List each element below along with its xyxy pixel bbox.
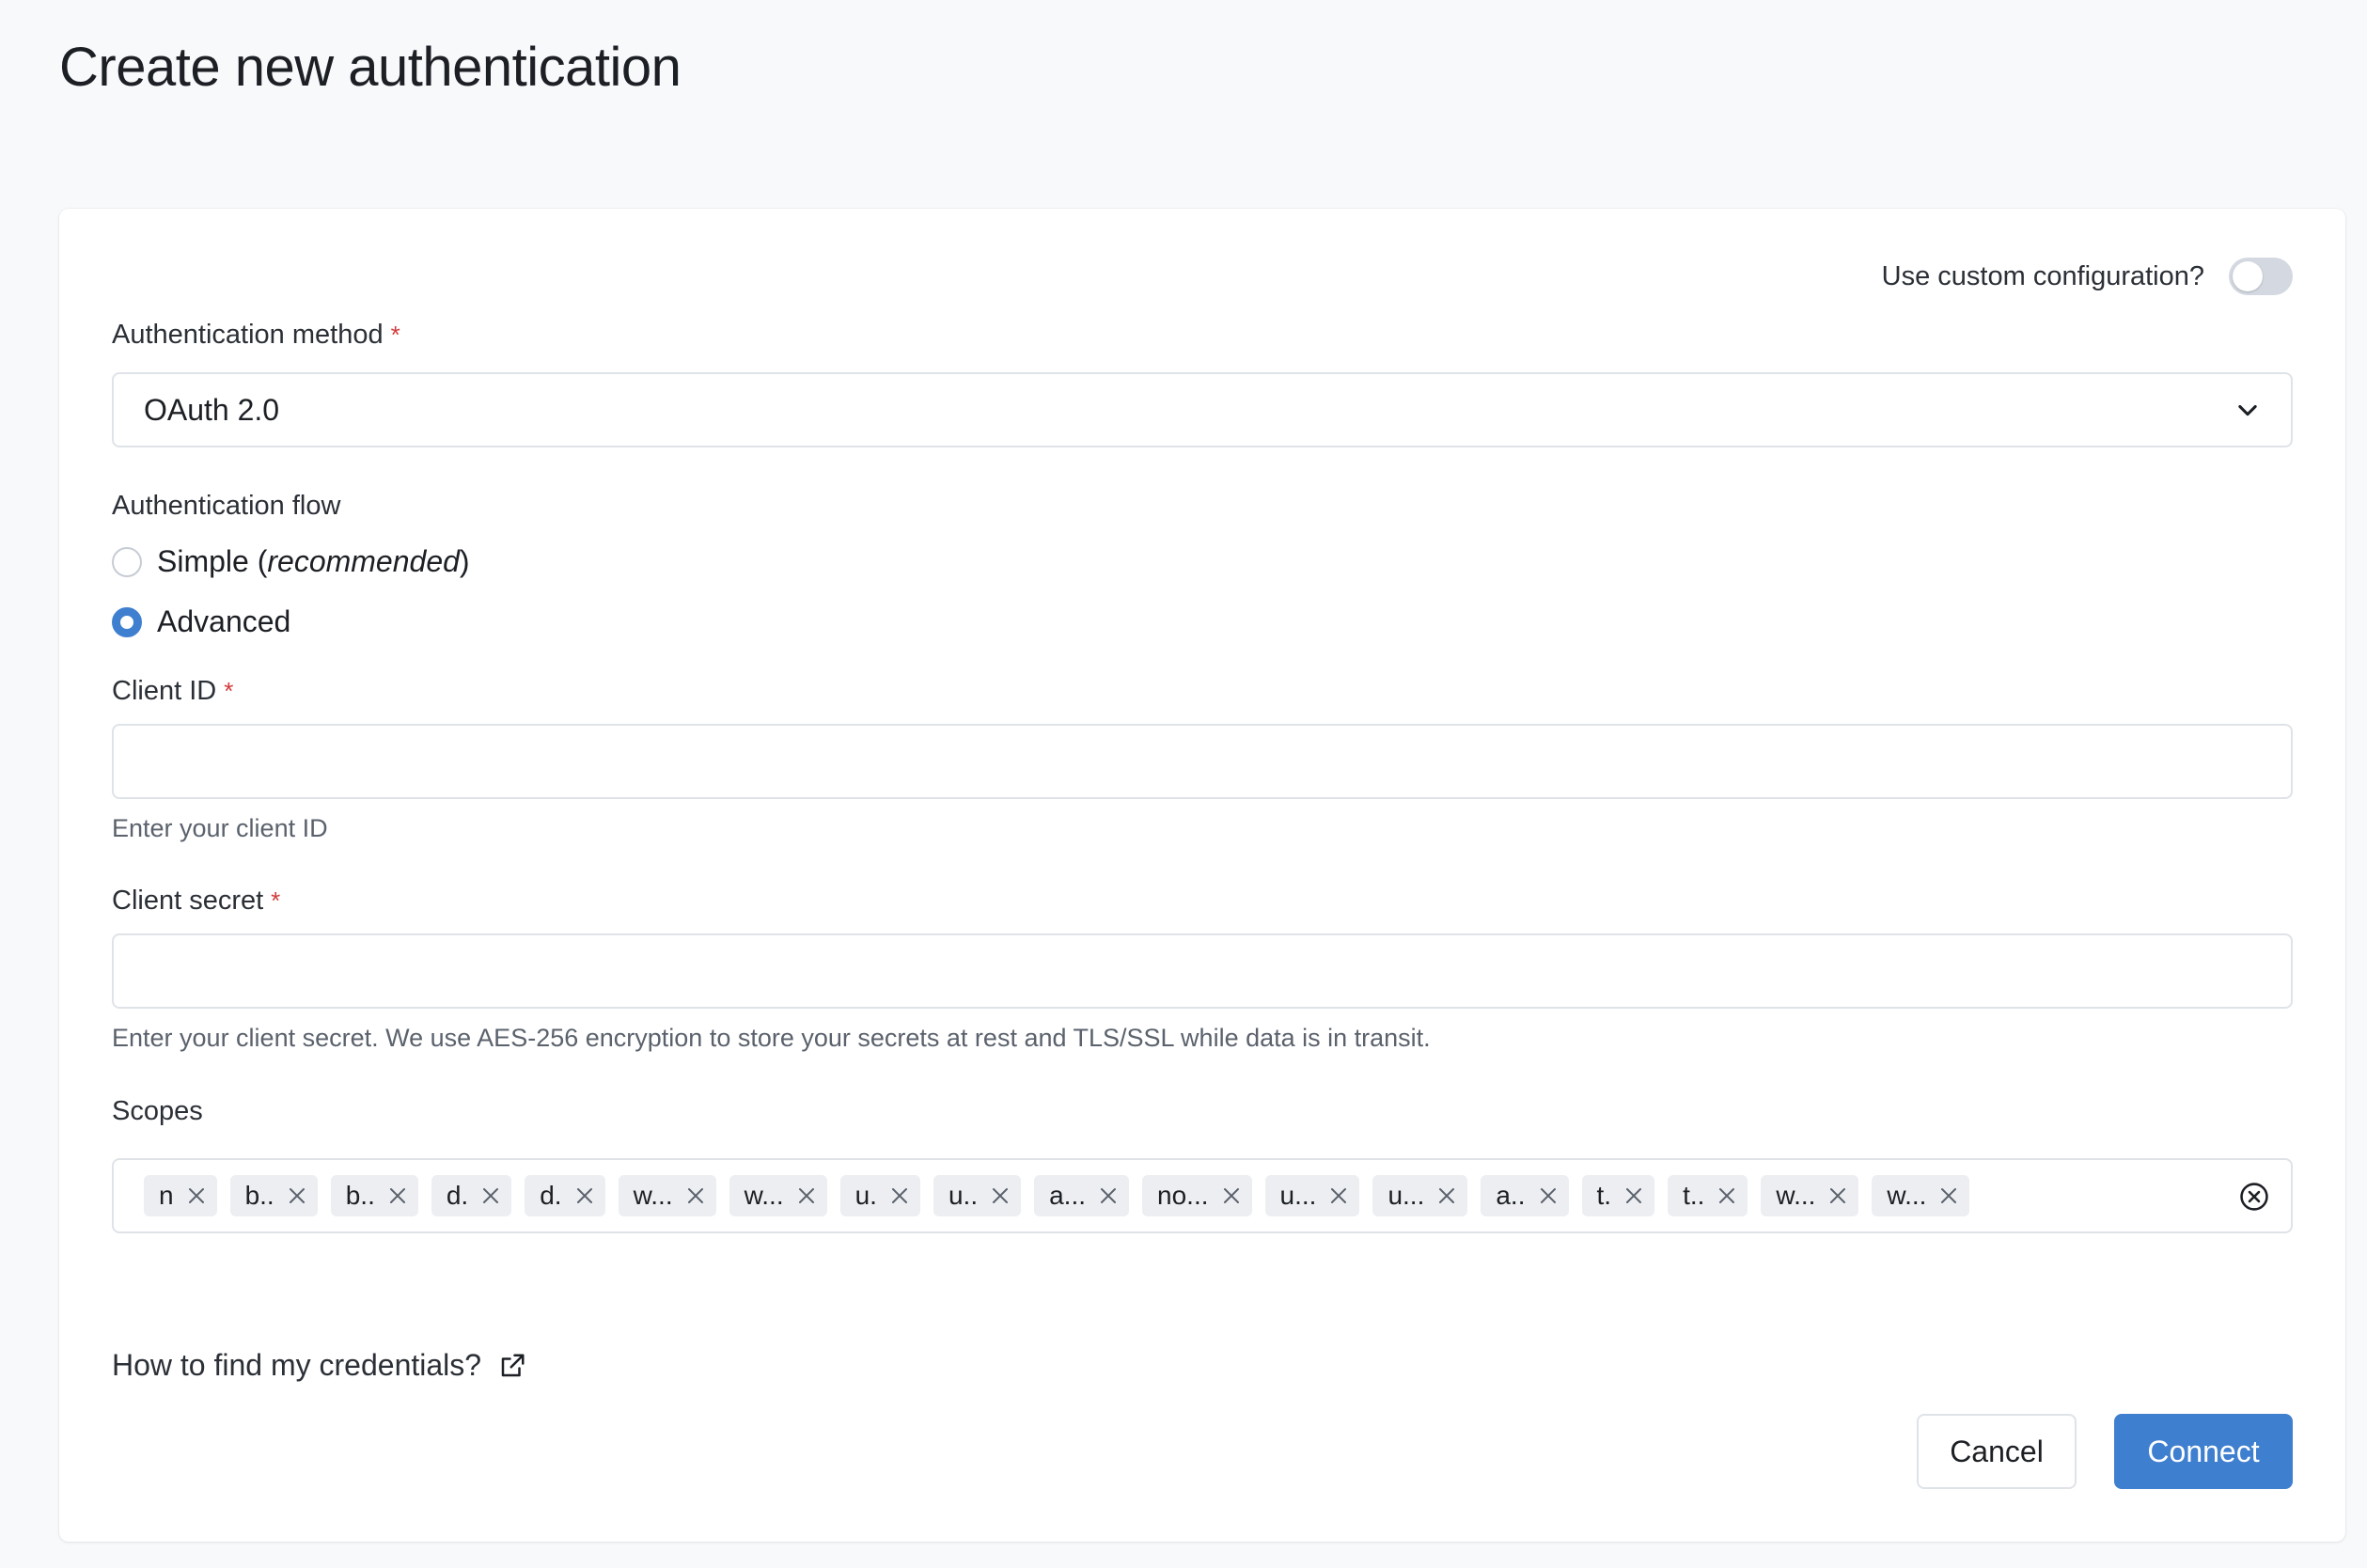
scopes-multiselect[interactable]: n b.. b.. d. d. w... w... u. u.. a... no... u... u..…	[112, 1158, 2293, 1233]
required-mark: *	[271, 886, 281, 915]
connect-button[interactable]: Connect	[2114, 1414, 2293, 1489]
scope-chip: w...	[618, 1175, 716, 1216]
close-icon[interactable]	[288, 1186, 306, 1205]
client-id-help: Enter your client ID	[112, 814, 328, 842]
scope-chip-label: u..	[948, 1181, 979, 1210]
auth-method-select[interactable]: OAuth 2.0	[112, 372, 2293, 447]
custom-config-row: Use custom configuration?	[1882, 258, 2293, 295]
close-icon[interactable]	[1939, 1186, 1958, 1205]
close-icon[interactable]	[1329, 1186, 1348, 1205]
auth-method-label: Authentication method *	[112, 320, 400, 351]
scope-chip: u.	[839, 1175, 920, 1216]
close-icon[interactable]	[187, 1186, 206, 1205]
scope-chip: n	[144, 1175, 217, 1216]
scope-chip-label: a..	[1496, 1181, 1526, 1210]
scope-chip-label: a...	[1049, 1181, 1087, 1210]
auth-form-card: Use custom configuration? Authentication…	[59, 209, 2345, 1542]
close-icon[interactable]	[1828, 1186, 1847, 1205]
scope-chip-label: d.	[540, 1181, 562, 1210]
external-link-icon	[501, 1354, 525, 1376]
scope-chip: w...	[1872, 1175, 1970, 1216]
credentials-help-link[interactable]: How to find my credentials?	[112, 1348, 526, 1383]
required-mark: *	[224, 677, 234, 705]
client-id-input[interactable]	[112, 724, 2293, 799]
scope-chip-label: n	[159, 1181, 174, 1210]
close-icon[interactable]	[686, 1186, 705, 1205]
custom-config-label: Use custom configuration?	[1881, 260, 2204, 291]
radio-button-checked[interactable]	[112, 606, 142, 637]
auth-method-value: OAuth 2.0	[144, 392, 280, 427]
scope-chip-label: w...	[744, 1181, 784, 1210]
scope-chip: u..	[933, 1175, 1022, 1216]
close-icon[interactable]	[890, 1186, 909, 1205]
scope-chip: t..	[1668, 1175, 1748, 1216]
custom-config-toggle[interactable]	[2229, 258, 2293, 295]
circle-close-icon[interactable]	[2238, 1181, 2270, 1213]
scope-chip: w...	[1761, 1175, 1859, 1216]
client-secret-input[interactable]	[112, 933, 2293, 1009]
cancel-button[interactable]: Cancel	[1917, 1414, 2077, 1489]
close-icon[interactable]	[388, 1186, 407, 1205]
radio-simple-emphasis: recommended	[267, 544, 460, 578]
radio-advanced-label: Advanced	[157, 604, 291, 638]
scope-chip: a..	[1481, 1175, 1569, 1216]
scope-chip-label: w...	[1776, 1181, 1816, 1210]
scope-chip: b..	[229, 1175, 318, 1216]
credentials-help-text: How to find my credentials?	[112, 1348, 482, 1382]
scope-chip: d.	[431, 1175, 512, 1216]
scope-chip: b..	[330, 1175, 418, 1216]
scope-chip-label: u.	[854, 1181, 877, 1210]
close-icon[interactable]	[1717, 1186, 1736, 1205]
scope-chip-list: n b.. b.. d. d. w... w... u. u.. a... no... u... u..…	[144, 1175, 1970, 1216]
scope-chip-label: d.	[446, 1181, 469, 1210]
close-icon[interactable]	[1539, 1186, 1558, 1205]
radio-simple-suffix: )	[459, 544, 470, 578]
scope-chip-label: t.	[1596, 1181, 1612, 1210]
scope-chip: t.	[1581, 1175, 1655, 1216]
client-id-label: Client ID *	[112, 676, 233, 707]
close-icon[interactable]	[991, 1186, 1010, 1205]
chevron-down-icon	[2238, 404, 2257, 416]
close-icon[interactable]	[1437, 1186, 1456, 1205]
close-icon[interactable]	[797, 1186, 816, 1205]
radio-button[interactable]	[112, 546, 142, 577]
scope-chip-label: w...	[633, 1181, 673, 1210]
auth-flow-label: Authentication flow	[112, 491, 341, 521]
toggle-knob	[2233, 261, 2263, 291]
page-title: Create new authentication	[59, 37, 682, 98]
scope-chip-label: t..	[1683, 1181, 1705, 1210]
client-secret-label-text: Client secret	[112, 886, 264, 916]
scope-chip-label: w...	[1887, 1181, 1927, 1210]
radio-simple-label: Simple (recommended)	[157, 544, 470, 579]
scope-chip: u...	[1264, 1175, 1360, 1216]
scope-chip-label: u...	[1279, 1181, 1317, 1210]
scope-chip: u...	[1372, 1175, 1468, 1216]
scopes-label: Scopes	[112, 1096, 203, 1126]
close-icon[interactable]	[1099, 1186, 1118, 1205]
scope-chip: d.	[525, 1175, 605, 1216]
client-id-label-text: Client ID	[112, 676, 217, 706]
close-icon[interactable]	[1624, 1186, 1643, 1205]
close-icon[interactable]	[481, 1186, 500, 1205]
required-mark: *	[390, 321, 400, 349]
scope-chip-label: b..	[244, 1181, 274, 1210]
scope-chip-label: b..	[345, 1181, 375, 1210]
close-icon[interactable]	[575, 1186, 594, 1205]
scope-chip-label: no...	[1157, 1181, 1209, 1210]
close-icon[interactable]	[1222, 1186, 1241, 1205]
auth-method-label-text: Authentication method	[112, 320, 384, 350]
radio-advanced[interactable]: Advanced	[112, 604, 290, 639]
scope-chip: w...	[729, 1175, 827, 1216]
client-secret-label: Client secret *	[112, 886, 280, 917]
scope-chip: a...	[1034, 1175, 1130, 1216]
radio-simple[interactable]: Simple (recommended)	[112, 544, 470, 579]
radio-simple-text: Simple (	[157, 544, 268, 578]
scope-chip: no...	[1142, 1175, 1252, 1216]
scope-chip-label: u...	[1387, 1181, 1425, 1210]
client-secret-help: Enter your client secret. We use AES-256…	[112, 1024, 1431, 1052]
